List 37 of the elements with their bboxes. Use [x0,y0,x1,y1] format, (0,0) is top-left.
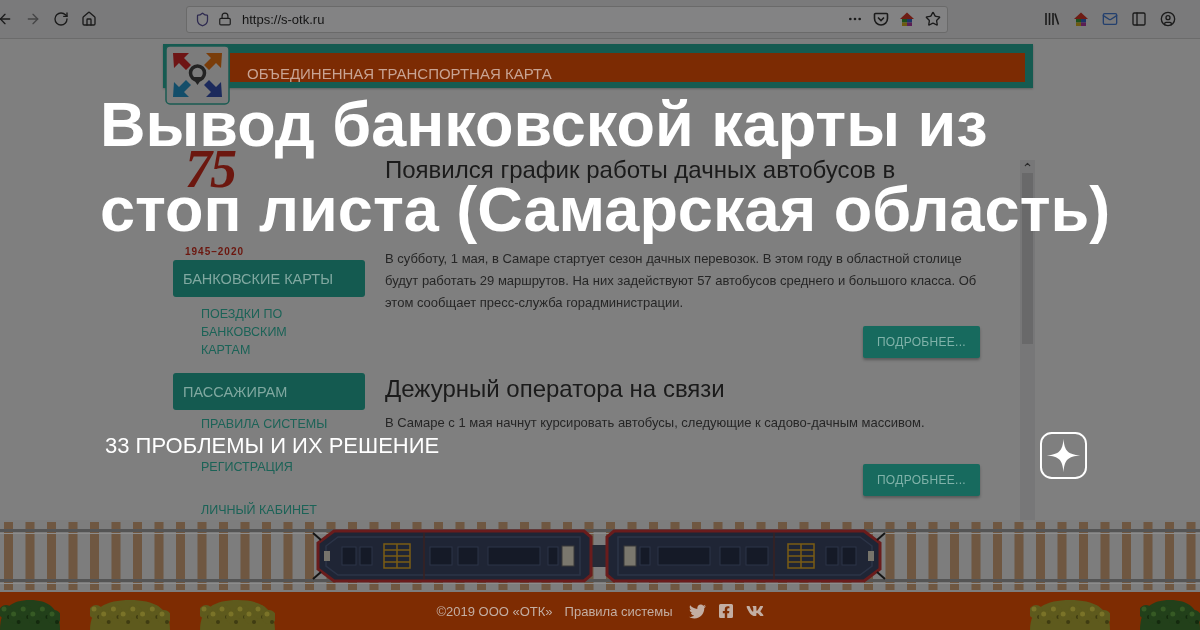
anniversary-years: 1945–2020 [185,246,245,258]
logo-icon[interactable] [165,45,230,105]
address-bar[interactable]: https://s-otk.ru [186,5,948,33]
more-button[interactable]: ПОДРОБНЕЕ... [862,464,980,496]
lock-icon[interactable] [218,12,232,26]
caret-up-icon[interactable] [1023,160,1032,169]
sidebar-icon[interactable] [1131,11,1147,27]
reload-icon[interactable] [53,11,69,27]
home-icon[interactable] [81,11,97,27]
sidebar-link[interactable]: ПРАВИЛА СИСТЕМЫ [201,415,328,433]
house-icon[interactable] [1073,11,1089,27]
sidebar-link[interactable]: ПОЕЗДКИ ПО БАНКОВСКИМ КАРТАМ [201,305,332,359]
bush-drawing [0,600,60,630]
section-header: ПАССАЖИРАМ [173,373,365,410]
section-header: БАНКОВСКИЕ КАРТЫ [173,260,365,297]
footer-link[interactable]: Правила системы [564,603,673,619]
star-icon[interactable] [925,11,941,27]
more-button[interactable]: ПОДРОБНЕЕ... [862,326,980,358]
bush-drawing [1140,600,1200,630]
forward-arrow-icon[interactable] [25,11,41,27]
house-icon[interactable] [899,11,915,27]
mail-icon[interactable] [1102,11,1118,27]
channel-name: 33 ПРОБЛЕМЫ И ИХ РЕШЕНИЕ [105,435,440,457]
user-circle-icon[interactable] [1160,11,1176,27]
news-text: В субботу, 1 мая, в Самаре стартует сезон дачных перевозок. В этом году в областной столице будут работать 29 маршрутов. На них задействуют 57 автобусов среднего и большого класса. Об этом сообщает пресс-служба горадминистрации. [385,250,978,312]
copyright-text: ©2019 ООО «ОТК» [436,603,553,619]
books-icon[interactable] [1044,11,1060,27]
sidebar-link[interactable]: ЛИЧНЫЙ КАБИНЕТ [201,501,317,519]
news-text: В Самаре с 1 мая начнут курсировать автобусы, следующие к садово-дачным массивом. [385,414,926,432]
shield-icon[interactable] [195,11,210,27]
chevron-badge-icon[interactable] [873,11,889,27]
twitter-icon[interactable] [688,602,706,620]
site-title: ОБЪЕДИНЕННАЯ ТРАНСПОРТНАЯ КАРТА [247,66,552,81]
sidebar-link[interactable]: РЕГИСТРАЦИЯ [201,458,293,476]
news-title: Появился график работы дачных автобусов в [385,159,897,181]
facebook-icon[interactable] [717,603,734,619]
news-title: Дежурный оператора на связи [385,378,726,400]
